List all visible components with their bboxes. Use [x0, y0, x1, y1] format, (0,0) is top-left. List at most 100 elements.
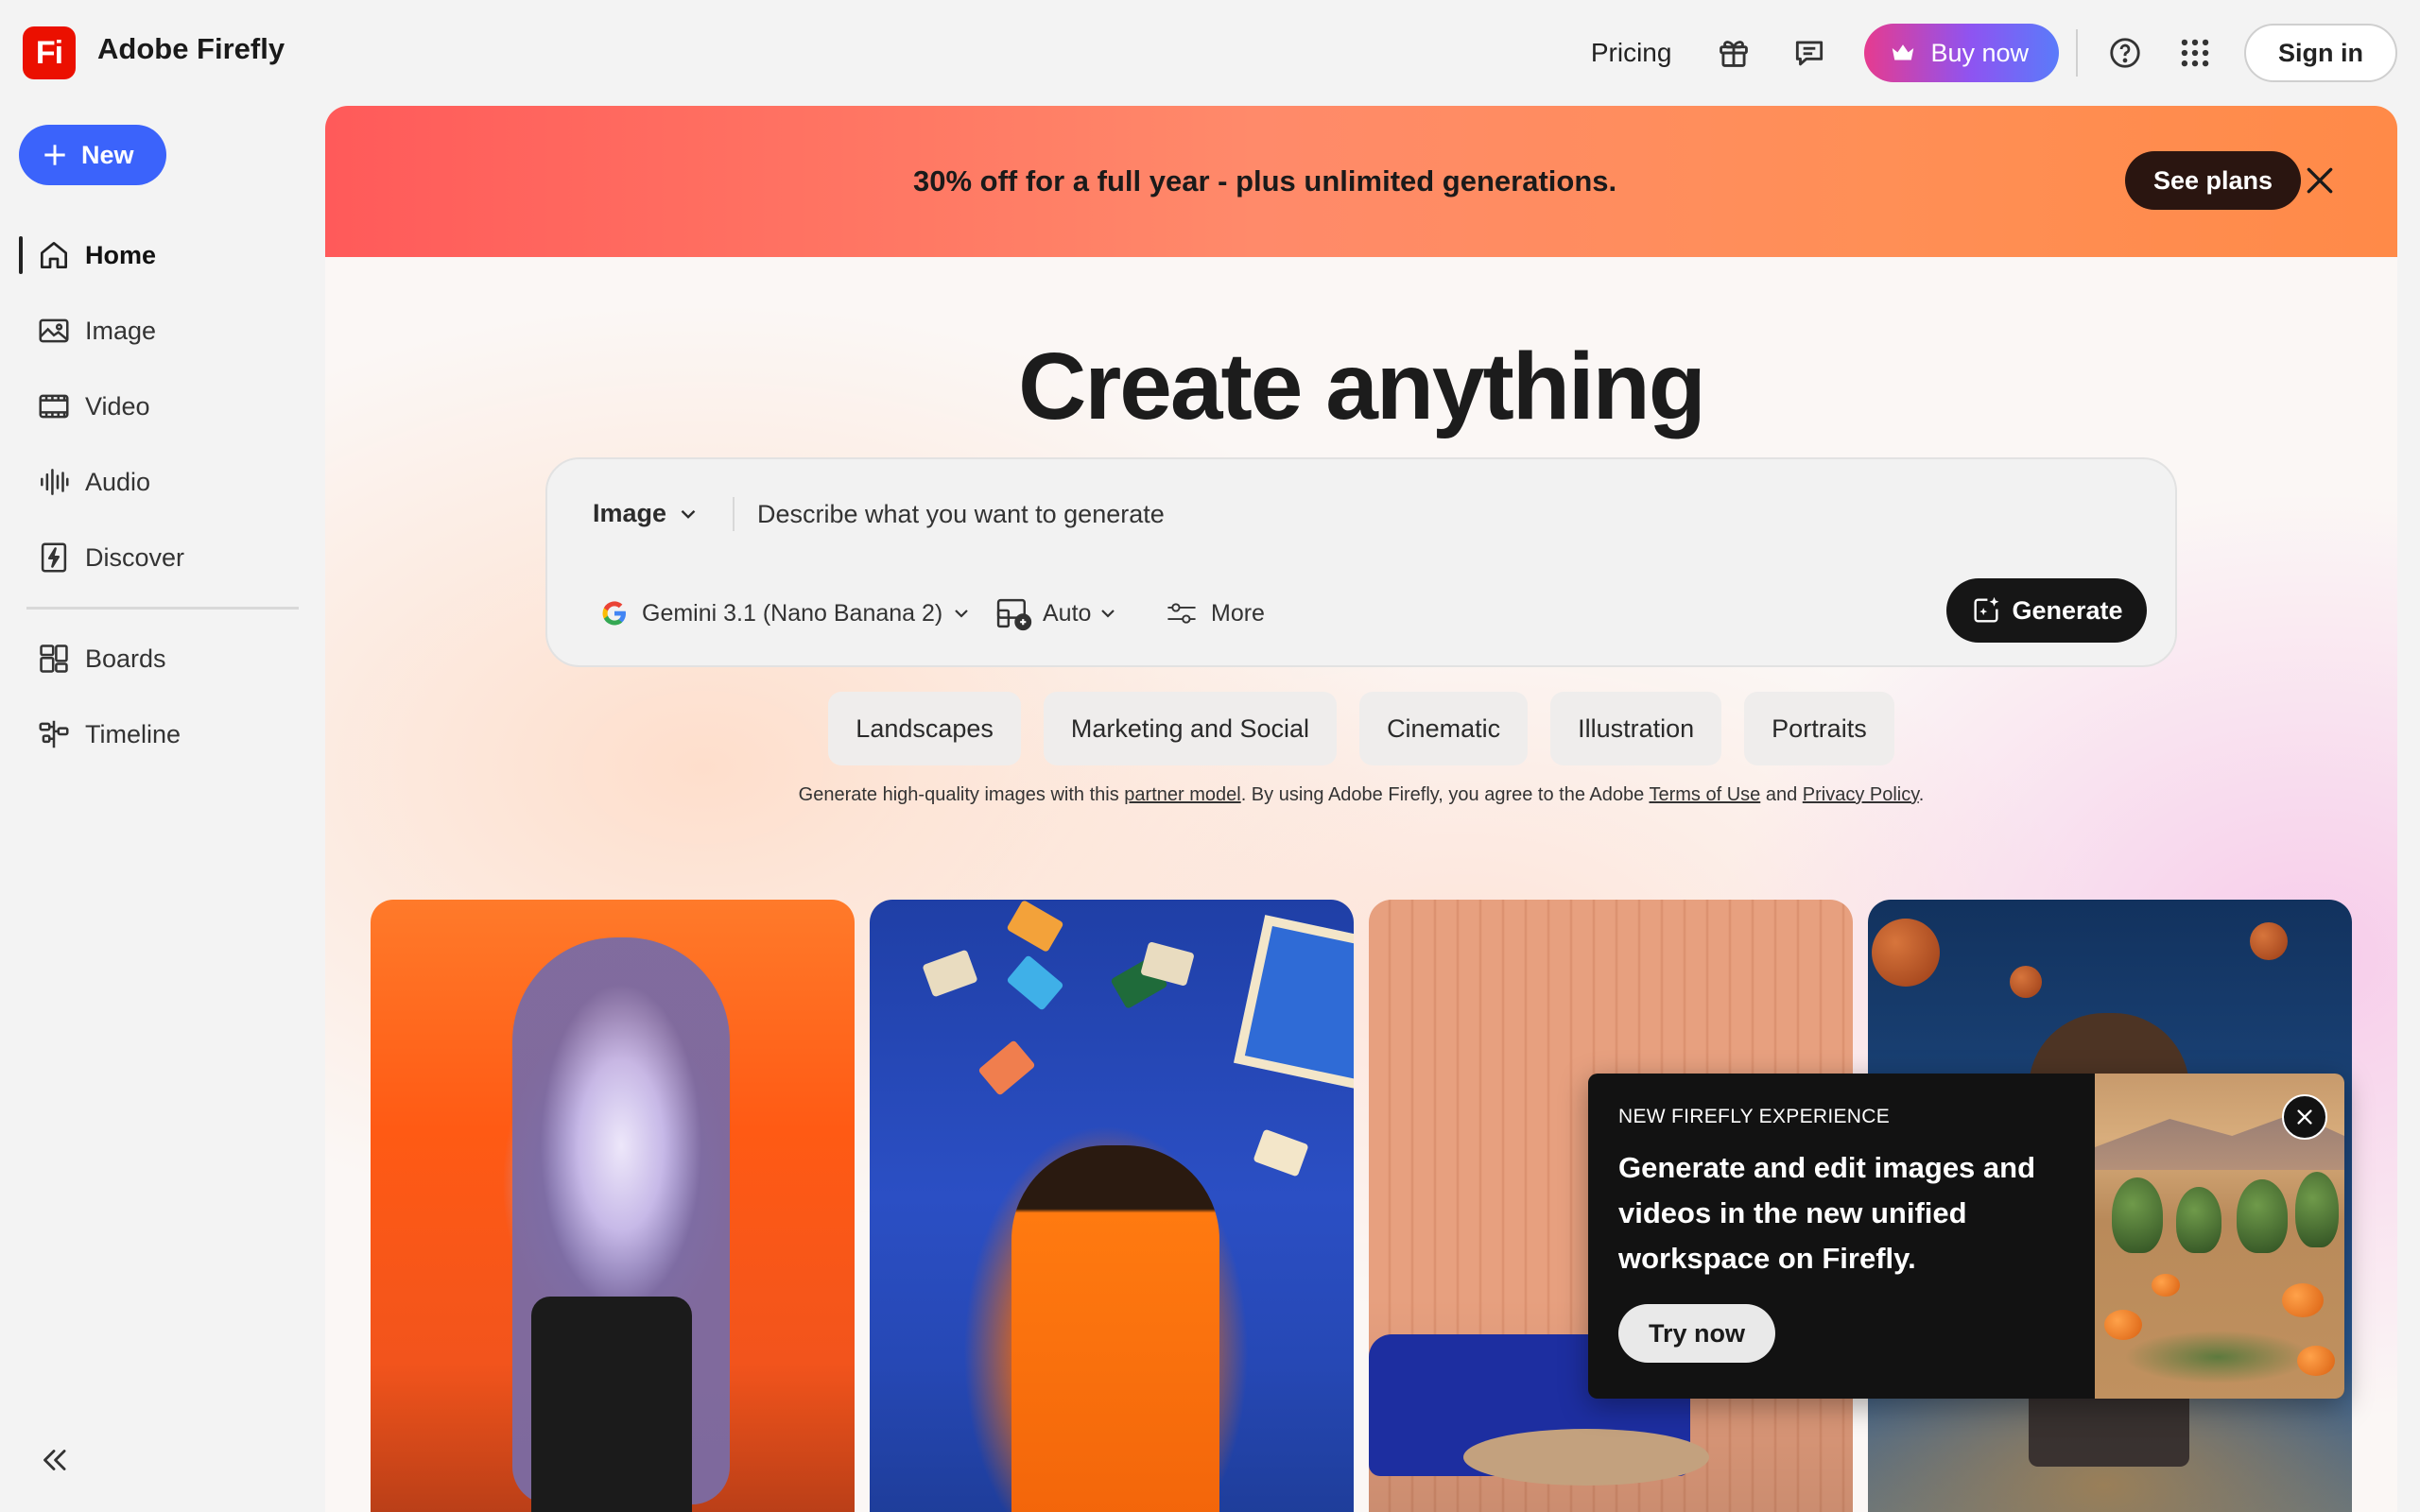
card-image-ball: [2010, 966, 2042, 998]
discover-icon: [41, 542, 67, 573]
sidebar-item-label: Video: [85, 391, 150, 421]
divider: [733, 497, 735, 531]
generate-label: Generate: [2012, 595, 2123, 625]
legal-middle: . By using Adobe Firefly, you agree to t…: [1240, 784, 1650, 805]
card-image-table: [1463, 1429, 1709, 1486]
buy-now-label: Buy now: [1930, 38, 2029, 67]
new-experience-popup: NEW FIREFLY EXPERIENCE Generate and edit…: [1588, 1074, 2344, 1399]
plus-icon: [44, 145, 65, 165]
card-image-book: [1253, 1128, 1309, 1177]
buy-now-button[interactable]: Buy now: [1864, 24, 2059, 82]
popup-image-topiary: [2237, 1179, 2288, 1253]
sidebar-item-label: Home: [85, 240, 157, 269]
legal-notice: Generate high-quality images with this p…: [325, 784, 2397, 806]
popup-image-pumpkin: [2104, 1310, 2142, 1340]
popup-image-pumpkin: [2152, 1274, 2180, 1297]
model-label: Gemini 3.1 (Nano Banana 2): [642, 599, 943, 627]
card-image-figure-legs: [531, 1297, 692, 1512]
chip-portraits[interactable]: Portraits: [1744, 692, 1894, 765]
card-image-person: [1011, 1145, 1219, 1512]
close-icon: [2297, 1109, 2312, 1125]
sign-in-button[interactable]: Sign in: [2244, 24, 2397, 82]
promo-text: 30% off for a full year - plus unlimited…: [913, 164, 1617, 198]
popup-image-pumpkin: [2297, 1346, 2335, 1376]
crown-icon: [1893, 44, 1914, 60]
audio-icon: [41, 469, 69, 495]
popup-body: Generate and edit images and videos in t…: [1618, 1151, 2036, 1275]
popup-image-topiary: [2295, 1172, 2339, 1247]
sidebar-item-discover[interactable]: Discover: [0, 520, 312, 595]
sidebar-item-label: Image: [85, 316, 157, 345]
prompt-input[interactable]: [757, 491, 1892, 537]
video-icon: [39, 394, 69, 419]
sidebar-item-video[interactable]: Video: [0, 369, 312, 444]
sidebar-item-timeline[interactable]: Timeline: [0, 696, 312, 772]
generation-type-label: Image: [593, 499, 667, 527]
sidebar-nav: Home Image Video Audio Discover Boards T…: [0, 217, 312, 772]
sidebar-item-boards[interactable]: Boards: [0, 621, 312, 696]
card-image-book: [1006, 900, 1064, 954]
boards-icon: [40, 644, 68, 673]
chip-landscapes[interactable]: Landscapes: [828, 692, 1021, 765]
apps-grid-icon[interactable]: [2174, 32, 2216, 74]
see-plans-button[interactable]: See plans: [2125, 151, 2302, 210]
firefly-logo[interactable]: Fi: [23, 26, 76, 79]
sidebar-divider: [26, 607, 299, 610]
card-image-book: [922, 949, 978, 998]
app-title[interactable]: Adobe Firefly: [97, 32, 285, 66]
close-icon[interactable]: [2301, 162, 2339, 199]
home-icon: [40, 241, 68, 269]
feature-card-puffer-jacket[interactable]: [371, 900, 855, 1512]
terms-of-use-link[interactable]: Terms of Use: [1649, 784, 1760, 805]
aspect-ratio-dropdown[interactable]: Auto: [995, 595, 1119, 631]
sidebar-item-label: Discover: [85, 542, 185, 572]
feedback-icon[interactable]: [1789, 32, 1830, 74]
card-image-book: [1006, 954, 1064, 1011]
model-dropdown[interactable]: Gemini 3.1 (Nano Banana 2): [600, 599, 973, 627]
card-image-ball: [2250, 922, 2288, 960]
chevron-down-icon: [681, 509, 696, 519]
chevron-down-icon: [955, 610, 969, 618]
popup-close-button[interactable]: [2282, 1094, 2327, 1140]
card-image-book: [977, 1040, 1036, 1096]
legal-prefix: Generate high-quality images with this: [798, 784, 1125, 805]
more-settings-button[interactable]: More: [1166, 599, 1265, 627]
popup-image-pumpkin: [2282, 1283, 2324, 1317]
sidebar-item-label: Boards: [85, 644, 166, 673]
top-bar: Fi Adobe Firefly Pricing Buy now Sign in: [0, 0, 2420, 106]
more-label: More: [1211, 599, 1265, 627]
sidebar-item-audio[interactable]: Audio: [0, 444, 312, 520]
chip-marketing-and-social[interactable]: Marketing and Social: [1043, 692, 1338, 765]
timeline-icon: [39, 720, 69, 748]
help-icon[interactable]: [2104, 32, 2146, 74]
sidebar-item-label: Audio: [85, 467, 151, 496]
aspect-ratio-icon: [996, 598, 1032, 631]
card-image-frame: [1234, 915, 1354, 1092]
collapse-sidebar-icon[interactable]: [36, 1442, 72, 1478]
generate-button[interactable]: Generate: [1946, 578, 2147, 643]
style-chips: Landscapes Marketing and Social Cinemati…: [325, 692, 2397, 765]
popup-image-topiary: [2176, 1187, 2221, 1253]
feature-card-floating-books[interactable]: [870, 900, 1354, 1512]
pricing-link[interactable]: Pricing: [1591, 38, 1672, 68]
gift-icon[interactable]: [1713, 32, 1754, 74]
promo-banner: 30% off for a full year - plus unlimited…: [325, 106, 2397, 257]
image-icon: [39, 318, 69, 343]
generation-type-dropdown[interactable]: Image: [593, 499, 700, 528]
popup-image-topiary: [2112, 1177, 2163, 1253]
new-button[interactable]: New: [19, 125, 166, 185]
chevron-down-icon: [1101, 610, 1115, 618]
google-icon: [602, 601, 626, 626]
popup-kicker: NEW FIREFLY EXPERIENCE: [1618, 1106, 1891, 1127]
chip-cinematic[interactable]: Cinematic: [1359, 692, 1529, 765]
generate-sparkle-icon: [1974, 596, 1999, 623]
sidebar-item-image[interactable]: Image: [0, 293, 312, 369]
partner-model-link[interactable]: partner model: [1124, 784, 1240, 805]
chip-illustration[interactable]: Illustration: [1550, 692, 1722, 765]
privacy-policy-link[interactable]: Privacy Policy: [1803, 784, 1919, 805]
new-button-label: New: [81, 140, 134, 169]
sidebar-item-home[interactable]: Home: [0, 217, 312, 293]
sliders-icon: [1167, 603, 1196, 624]
sidebar-item-label: Timeline: [85, 719, 182, 748]
try-now-button[interactable]: Try now: [1618, 1304, 1776, 1363]
